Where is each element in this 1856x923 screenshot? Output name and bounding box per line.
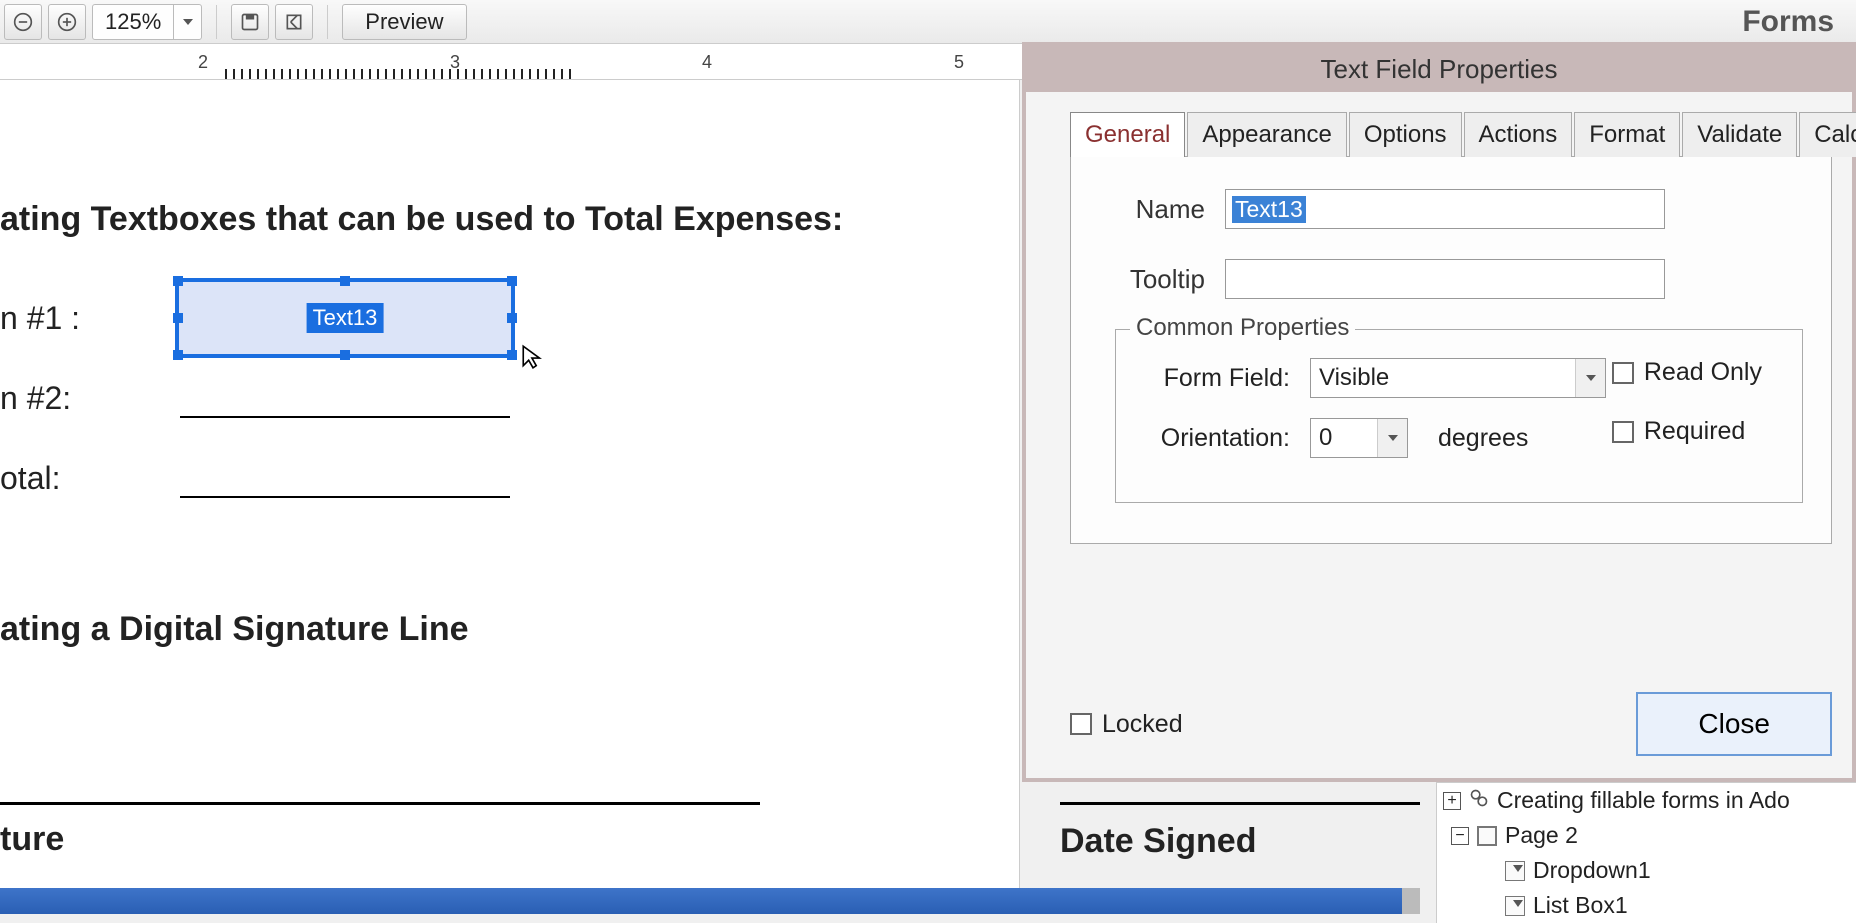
close-label: Close	[1698, 708, 1770, 739]
mouse-cursor-icon	[520, 344, 546, 375]
tree-collapse-icon[interactable]: −	[1451, 827, 1469, 845]
tab-validate[interactable]: Validate	[1682, 112, 1797, 157]
tree-item-listbox1[interactable]: List Box1	[1437, 888, 1856, 923]
tab-calculate[interactable]: Calculate	[1799, 112, 1856, 157]
orientation-units: degrees	[1438, 424, 1528, 453]
zoom-in-button[interactable]	[48, 4, 86, 40]
name-input-value: Text13	[1232, 196, 1306, 223]
underline	[180, 416, 510, 418]
heading-signature: ating a Digital Signature Line	[0, 610, 469, 649]
tab-appearance[interactable]: Appearance	[1187, 112, 1346, 157]
ruler-tick-label: 4	[702, 52, 712, 73]
tooltip-input[interactable]	[1225, 259, 1665, 299]
chevron-down-icon	[1575, 359, 1605, 397]
scrollbar-thumb[interactable]	[1402, 888, 1420, 914]
required-label: Required	[1644, 417, 1745, 446]
item2-label: n #2:	[0, 380, 71, 417]
tooltip-label: Tooltip	[1115, 264, 1205, 295]
zoom-out-button[interactable]	[4, 4, 42, 40]
tree-item-dropdown1[interactable]: Dropdown1	[1437, 853, 1856, 888]
dropdown-arrow-icon[interactable]	[173, 5, 201, 39]
toolbar-separator	[216, 5, 217, 39]
plus-icon	[57, 12, 77, 32]
save-icon	[240, 12, 260, 32]
resize-handle-sw[interactable]	[173, 350, 183, 360]
horizontal-scrollbar[interactable]	[0, 888, 1420, 914]
signature-line	[0, 802, 760, 805]
locked-checkbox[interactable]: Locked	[1070, 710, 1183, 739]
listbox-field-icon	[1505, 896, 1525, 916]
common-properties-group: Common Properties Form Field: Visible Or…	[1115, 329, 1803, 503]
close-button[interactable]: Close	[1636, 692, 1832, 756]
field-name-overlay: Text13	[307, 303, 384, 333]
preview-label: Preview	[365, 9, 443, 35]
tab-format[interactable]: Format	[1574, 112, 1680, 157]
signature-label: ture	[0, 820, 64, 859]
forms-panel-label: Forms	[1742, 5, 1852, 39]
tree-root-row[interactable]: + Creating fillable forms in Ado	[1437, 783, 1856, 818]
orientation-value: 0	[1319, 424, 1332, 452]
name-label: Name	[1115, 194, 1205, 225]
read-only-label: Read Only	[1644, 358, 1762, 387]
tree-expand-icon[interactable]: +	[1443, 792, 1461, 810]
total-label: otal:	[0, 460, 60, 497]
chevron-down-icon	[1377, 419, 1407, 457]
ruler-tick-label: 2	[198, 52, 208, 73]
tree-page-label: Page 2	[1505, 822, 1578, 849]
tree-item-label: List Box1	[1533, 892, 1628, 919]
dialog-tabs: General Appearance Options Actions Forma…	[1070, 112, 1832, 157]
ruler-margin-marker	[225, 69, 575, 79]
resize-handle-n[interactable]	[340, 276, 350, 286]
resize-handle-nw[interactable]	[173, 276, 183, 286]
tree-page-row[interactable]: − Page 2	[1437, 818, 1856, 853]
checkbox-icon	[1612, 362, 1634, 384]
locked-label: Locked	[1102, 710, 1183, 739]
general-tab-panel: Name Text13 Tooltip Common Properties Fo…	[1070, 156, 1832, 544]
resize-handle-s[interactable]	[340, 350, 350, 360]
checkbox-icon	[1612, 421, 1634, 443]
date-line	[1060, 802, 1420, 805]
tab-actions[interactable]: Actions	[1464, 112, 1573, 157]
resize-handle-w[interactable]	[173, 313, 183, 323]
checkbox-icon	[1070, 713, 1092, 735]
zoom-combo[interactable]: 125%	[92, 4, 202, 40]
tree-root-label: Creating fillable forms in Ado	[1497, 787, 1790, 814]
form-tool-icon	[284, 12, 304, 32]
read-only-checkbox[interactable]: Read Only	[1612, 358, 1762, 387]
document-canvas[interactable]: ating Textboxes that can be used to Tota…	[0, 80, 1020, 910]
item1-label: n #1 :	[0, 300, 80, 337]
ruler-tick-label: 5	[954, 52, 964, 73]
main-toolbar: 125% Preview Forms	[0, 0, 1856, 44]
link-icon	[1469, 787, 1489, 814]
form-tool-button[interactable]	[275, 4, 313, 40]
common-properties-legend: Common Properties	[1130, 314, 1355, 342]
resize-handle-e[interactable]	[507, 313, 517, 323]
tab-options[interactable]: Options	[1349, 112, 1462, 157]
dropdown-field-icon	[1505, 861, 1525, 881]
form-field-label: Form Field:	[1140, 364, 1290, 393]
selected-text-field[interactable]: Text13	[175, 278, 515, 358]
date-signed-label: Date Signed	[1060, 822, 1256, 861]
orientation-label: Orientation:	[1140, 424, 1290, 453]
zoom-value: 125%	[93, 5, 173, 39]
resize-handle-se[interactable]	[507, 350, 517, 360]
orientation-combo[interactable]: 0	[1310, 418, 1408, 458]
save-button[interactable]	[231, 4, 269, 40]
tree-item-label: Dropdown1	[1533, 857, 1651, 884]
preview-button[interactable]: Preview	[342, 4, 466, 40]
dialog-title: Text Field Properties	[1026, 46, 1852, 92]
minus-icon	[13, 12, 33, 32]
tab-general[interactable]: General	[1070, 112, 1185, 157]
form-field-combo[interactable]: Visible	[1310, 358, 1606, 398]
underline	[180, 496, 510, 498]
heading-expenses: ating Textboxes that can be used to Tota…	[0, 200, 843, 239]
name-input[interactable]: Text13	[1225, 189, 1665, 229]
form-field-value: Visible	[1319, 364, 1389, 392]
fields-tree-panel: + Creating fillable forms in Ado − Page …	[1436, 782, 1856, 923]
text-field-properties-dialog: Text Field Properties General Appearance…	[1022, 42, 1856, 782]
page-icon	[1477, 826, 1497, 846]
resize-handle-ne[interactable]	[507, 276, 517, 286]
toolbar-separator	[327, 5, 328, 39]
required-checkbox[interactable]: Required	[1612, 417, 1762, 446]
